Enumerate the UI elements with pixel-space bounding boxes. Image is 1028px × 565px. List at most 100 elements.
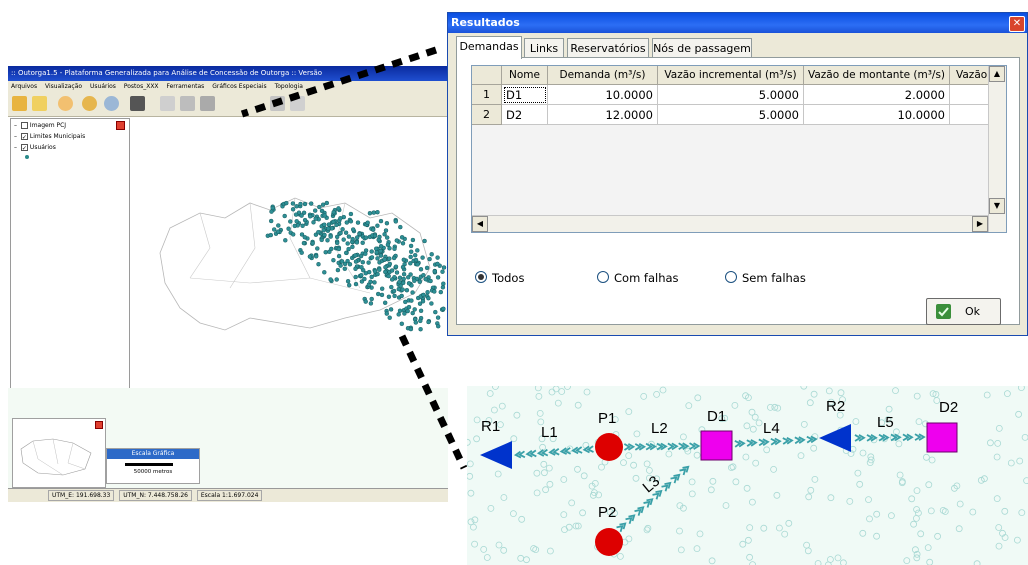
pan-icon[interactable] [82,96,97,111]
demand-d2-node[interactable] [926,422,958,453]
scroll-up-icon[interactable]: ▲ [989,66,1005,82]
user-point [438,289,443,295]
user-point [378,248,383,254]
user-point [348,219,354,224]
link-l4[interactable] [734,435,818,448]
radio-todos[interactable]: Todos [475,270,524,286]
vertical-scrollbar[interactable]: ▲ ▼ [988,66,1006,232]
tab-reservatorios[interactable]: Reservatórios [567,38,649,58]
user-point [359,265,364,270]
table-cell-demanda[interactable]: 10.0000 [548,85,658,105]
checkbox-checked-icon[interactable]: ✓ [20,144,28,152]
menu-ferramentas[interactable]: Ferramentas [166,83,204,90]
menu-postos[interactable]: Postos_XXX [124,83,159,90]
tab-links[interactable]: Links [524,38,564,58]
play-icon[interactable] [270,96,285,111]
background-point [693,545,701,553]
table-cell-incremental[interactable]: 5.0000 [658,105,804,125]
column-header-demanda[interactable]: Demanda (m³/s) [548,66,658,85]
background-point [560,476,568,483]
user-point [406,281,412,286]
radio-selected-icon[interactable] [475,271,487,283]
reservoir-r2-node[interactable] [819,424,851,452]
close-icon[interactable]: ✕ [1009,16,1025,32]
overview-map[interactable] [12,418,106,488]
row-header[interactable]: 1 [472,85,502,105]
camera-icon[interactable] [130,96,145,111]
menu-graficos[interactable]: Gráficos Especiais [212,83,266,90]
background-point [837,389,845,397]
tab-nos-de-passagem[interactable]: Nós de passagem [652,38,752,58]
table-cell-nome[interactable]: D2 [502,105,548,125]
table-cell-montante[interactable]: 2.0000 [804,85,950,105]
radio-icon[interactable] [597,271,609,283]
grid-icon[interactable] [160,96,175,111]
horizontal-scrollbar[interactable]: ◀ ▶ [472,215,988,232]
passage-p2-node[interactable] [595,528,623,556]
column-header-vazao-incremental[interactable]: Vazão incremental (m³/s) [658,66,804,85]
open-folder-icon[interactable] [12,96,27,111]
checkbox-icon[interactable] [20,122,28,129]
passage-p1-node[interactable] [595,433,623,461]
tab-demandas[interactable]: Demandas [456,36,522,59]
zoom-icon[interactable] [104,96,119,111]
user-point [394,238,399,243]
radio-com-falhas[interactable]: Com falhas [597,270,679,286]
background-point [749,561,756,565]
layer-item[interactable]: – ✓ Usuários [14,144,56,152]
save-icon[interactable] [32,96,47,111]
table-cell-demanda[interactable]: 12.0000 [548,105,658,125]
demand-d1-node[interactable] [700,430,733,461]
menu-arquivos[interactable]: Arquivos [11,83,37,90]
user-point [363,251,368,257]
layers-close-icon[interactable] [116,121,125,130]
background-point [969,508,977,516]
scroll-left-icon[interactable]: ◀ [472,216,488,232]
user-point [432,269,437,274]
overview-close-icon[interactable] [95,421,103,429]
layer-item[interactable]: – Imagem PCJ [14,122,66,129]
link-l1[interactable] [513,445,594,459]
row-header[interactable]: 2 [472,105,502,125]
reservoir-r1-node[interactable] [480,441,512,469]
user-point [322,222,327,227]
column-header-vazao-montante[interactable]: Vazão de montante (m³/s) [804,66,950,85]
hand-icon[interactable] [58,96,73,111]
user-point [354,235,360,240]
results-table[interactable]: Nome Demanda (m³/s) Vazão incremental (m… [471,65,1007,233]
background-point [694,394,702,402]
arrow-icon [689,442,701,450]
menu-topologia[interactable]: Topologia [275,83,303,90]
menu-visualizacao[interactable]: Visualização [45,83,82,90]
user-point [268,232,274,238]
scroll-down-icon[interactable]: ▼ [989,198,1005,214]
column-header-nome[interactable]: Nome [502,66,548,85]
scroll-right-icon[interactable]: ▶ [972,216,988,232]
stop-icon[interactable] [200,96,215,111]
arrow-icon [902,433,914,442]
table-cell-nome[interactable]: D1 [502,85,548,105]
menu-usuarios[interactable]: Usuários [90,83,116,90]
arrow-icon [670,473,681,484]
export-icon[interactable] [290,96,305,111]
background-point [746,524,754,532]
node-tool-icon[interactable] [180,96,195,111]
table-cell-incremental[interactable]: 5.0000 [658,85,804,105]
background-point [806,399,814,407]
map-view[interactable] [130,118,448,390]
link-l2[interactable] [623,442,701,451]
checkbox-checked-icon[interactable]: ✓ [20,133,28,141]
scale-bar [125,463,173,466]
user-point [338,263,343,268]
table-cell-montante[interactable]: 10.0000 [804,105,950,125]
user-point [385,235,390,240]
radio-sem-falhas[interactable]: Sem falhas [725,270,806,286]
background-point [1018,509,1026,516]
user-point [440,285,446,290]
ok-button[interactable]: Ok [926,298,1001,325]
radio-icon[interactable] [725,271,737,283]
user-point [359,272,364,278]
layer-item[interactable]: – ✓ Limites Municipais [14,133,85,141]
user-point [389,268,395,273]
link-l5[interactable] [854,433,926,442]
